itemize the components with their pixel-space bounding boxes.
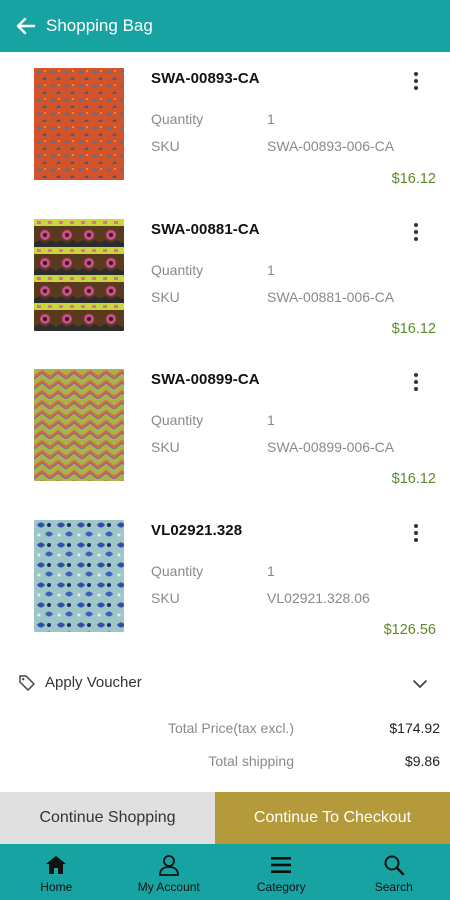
item-title[interactable]: SWA-00899-CA — [151, 371, 260, 388]
total-price-label: Total Price(tax excl.) — [167, 720, 294, 736]
product-thumbnail[interactable] — [34, 68, 124, 180]
quantity-value: 1 — [267, 412, 275, 428]
bag-item: VL02921.328 Quantity 1 SKU VL02921.328.0… — [0, 504, 450, 654]
total-shipping-value: $9.86 — [404, 753, 440, 769]
more-options-icon[interactable] — [407, 70, 425, 92]
continue-shopping-button[interactable]: Continue Shopping — [0, 792, 215, 844]
product-thumbnail[interactable] — [34, 520, 124, 632]
total-price-row: Total Price(tax excl.) $174.92 — [0, 720, 440, 742]
sku-value: SWA-00893-006-CA — [267, 138, 395, 154]
total-shipping-label: Total shipping — [208, 753, 294, 769]
item-price: $16.12 — [391, 471, 436, 487]
sku-value: SWA-00899-006-CA — [267, 439, 395, 455]
item-title[interactable]: SWA-00881-CA — [151, 221, 260, 238]
checkout-button[interactable]: Continue To Checkout — [215, 792, 450, 844]
item-price: $16.12 — [391, 171, 436, 187]
quantity-label: Quantity — [151, 262, 204, 278]
app-bar: Shopping Bag — [0, 0, 450, 52]
sku-label: SKU — [151, 138, 180, 154]
quantity-value: 1 — [267, 111, 275, 127]
sku-value: VL02921.328.06 — [267, 590, 370, 606]
item-title[interactable]: VL02921.328 — [151, 522, 242, 539]
product-thumbnail[interactable] — [34, 369, 124, 481]
nav-label: Category — [256, 880, 306, 894]
nav-category[interactable]: Category — [225, 844, 338, 900]
sku-label: SKU — [151, 439, 180, 455]
quantity-value: 1 — [267, 262, 275, 278]
nav-search[interactable]: Search — [338, 844, 450, 900]
quantity-label: Quantity — [151, 563, 204, 579]
more-options-icon[interactable] — [407, 371, 425, 393]
sku-label: SKU — [151, 289, 180, 305]
tag-icon — [19, 675, 35, 691]
nav-label: Home — [40, 880, 73, 894]
nav-my-account[interactable]: My Account — [113, 844, 226, 900]
quantity-label: Quantity — [151, 412, 204, 428]
action-bar: Continue Shopping Continue To Checkout — [0, 792, 450, 844]
apply-voucher-row[interactable]: Apply Voucher — [0, 664, 450, 704]
more-options-icon[interactable] — [407, 221, 425, 243]
sku-value: SWA-00881-006-CA — [267, 289, 395, 305]
bag-item: SWA-00893-CA Quantity 1 SKU SWA-00893-00… — [0, 52, 450, 202]
sku-label: SKU — [151, 590, 180, 606]
product-thumbnail[interactable] — [34, 219, 124, 331]
bag-content[interactable]: SWA-00893-CA Quantity 1 SKU SWA-00893-00… — [0, 52, 450, 792]
nav-home[interactable]: Home — [0, 844, 113, 900]
apply-voucher-label: Apply Voucher — [45, 674, 142, 691]
item-price: $126.56 — [383, 622, 436, 638]
nav-label: My Account — [137, 880, 200, 894]
nav-label: Search — [374, 880, 413, 894]
quantity-label: Quantity — [151, 111, 204, 127]
more-options-icon[interactable] — [407, 522, 425, 544]
page-title: Shopping Bag — [46, 16, 153, 35]
bottom-navigation: Home My Account Category Search — [0, 844, 450, 900]
item-price: $16.12 — [391, 321, 436, 337]
back-arrow-icon[interactable] — [14, 14, 38, 38]
item-title[interactable]: SWA-00893-CA — [151, 70, 260, 87]
total-price-value: $174.92 — [389, 720, 440, 736]
account-icon — [157, 853, 181, 877]
home-icon — [44, 853, 68, 877]
search-icon — [382, 853, 406, 877]
bag-item: SWA-00899-CA Quantity 1 SKU SWA-00899-00… — [0, 353, 450, 503]
total-shipping-row: Total shipping $9.86 — [0, 753, 440, 775]
category-icon — [269, 853, 293, 877]
chevron-down-icon[interactable] — [412, 676, 428, 692]
quantity-value: 1 — [267, 563, 275, 579]
bag-item: SWA-00881-CA Quantity 1 SKU SWA-00881-00… — [0, 203, 450, 353]
